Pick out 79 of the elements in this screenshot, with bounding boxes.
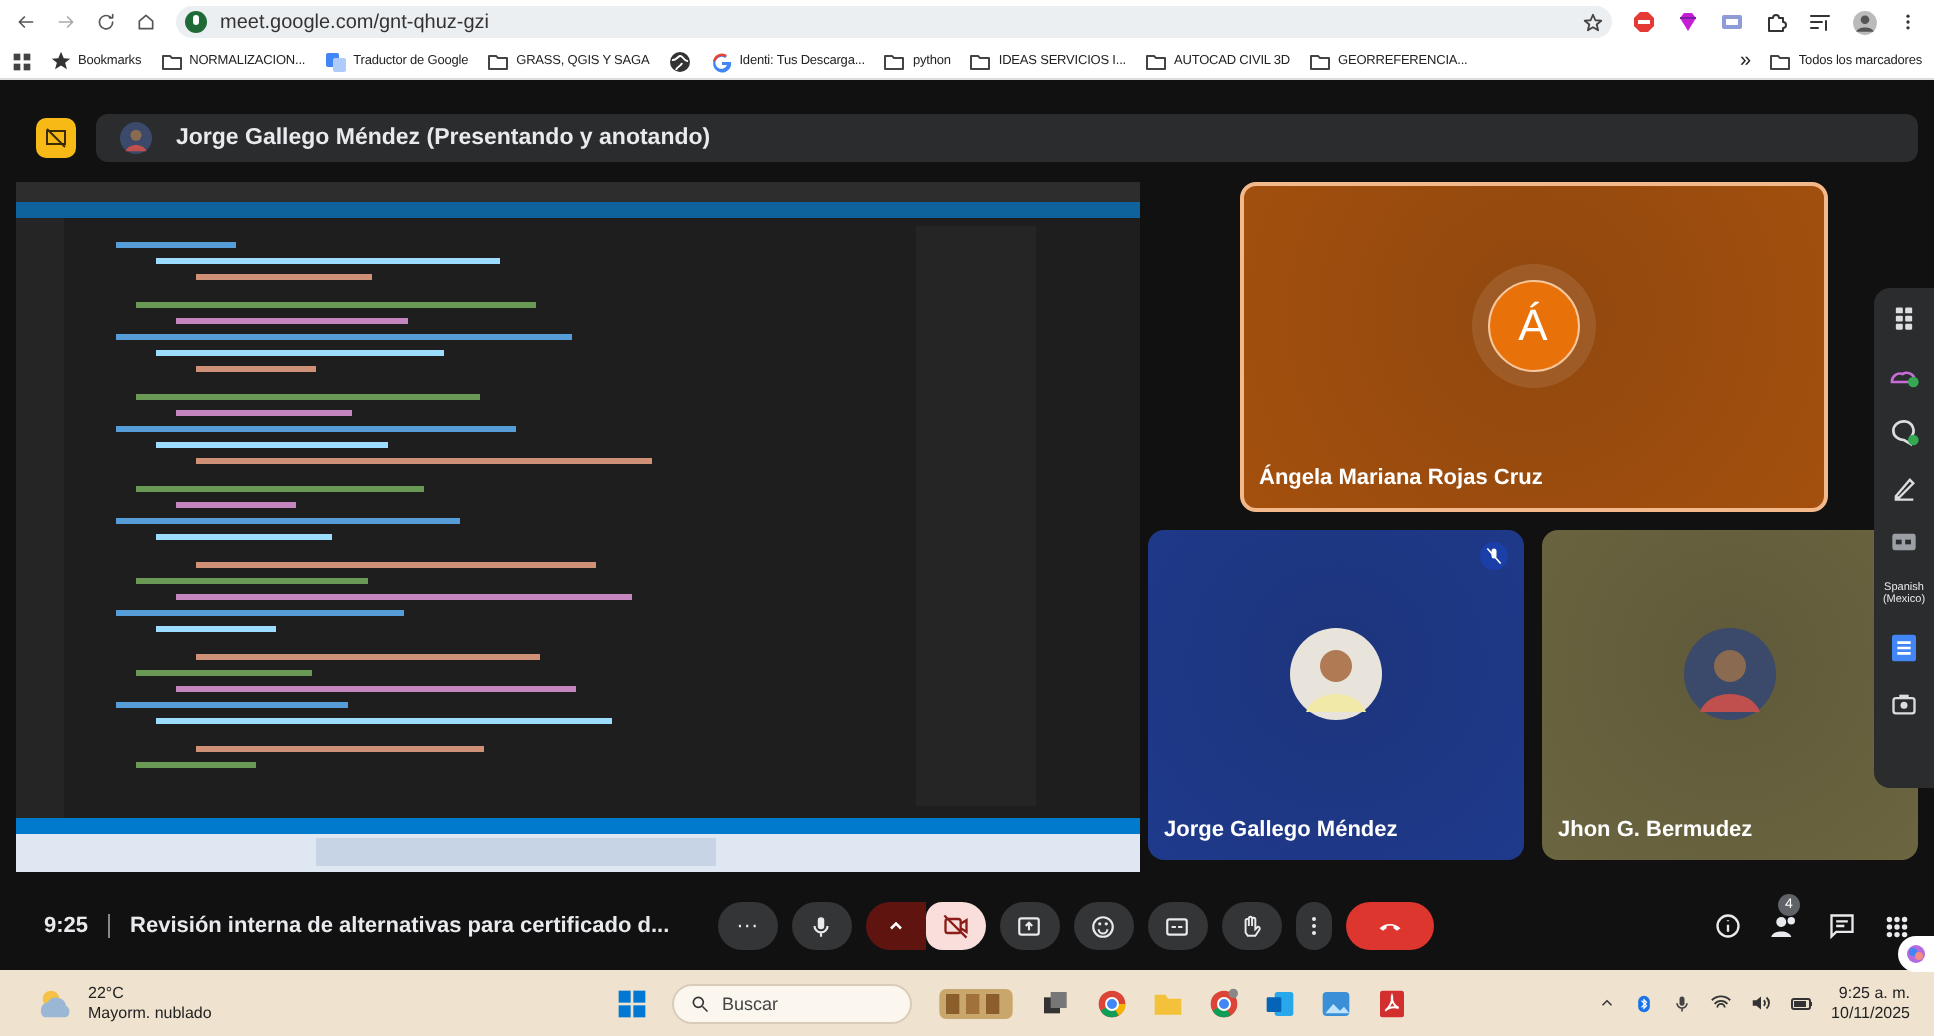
raise-hand-button[interactable] — [1221, 902, 1282, 950]
overflow-chevron[interactable]: » — [1739, 50, 1751, 72]
bookmark-star-icon[interactable] — [1582, 11, 1604, 33]
chrome-icon[interactable] — [1208, 987, 1240, 1020]
emoji-icon — [1090, 913, 1117, 939]
temperature: 22°C — [88, 983, 126, 1004]
site-info-icon — [184, 10, 208, 34]
bluetooth-icon[interactable] — [1633, 993, 1654, 1014]
search-icon — [690, 993, 710, 1014]
pdf-icon[interactable] — [1376, 987, 1408, 1020]
extension-icon[interactable] — [1720, 10, 1744, 34]
widget-drawing[interactable] — [936, 983, 1016, 1024]
home-icon[interactable] — [136, 12, 156, 32]
star-icon — [50, 50, 72, 72]
end-call-button[interactable] — [1345, 902, 1434, 950]
folder-icon — [968, 49, 993, 73]
avatar — [1290, 628, 1382, 720]
folder-icon — [486, 49, 511, 73]
microphone-button[interactable] — [791, 902, 852, 950]
present-button[interactable] — [999, 902, 1060, 950]
gemini-button[interactable] — [1898, 936, 1934, 972]
microphone-icon[interactable] — [1671, 993, 1692, 1014]
participant-name: Ángela Mariana Rojas Cruz — [1257, 466, 1545, 494]
meeting-title: Revisión interna de alternativas para certificado d... — [130, 914, 670, 938]
clock-time: 9:25 a. m. — [1838, 983, 1910, 1004]
present-icon — [1016, 913, 1043, 939]
banner-text: Jorge Gallego Méndez (Presentando y anotando) — [176, 126, 711, 150]
camera-button[interactable] — [925, 902, 986, 950]
emoji-button[interactable] — [1073, 902, 1134, 950]
folder-icon — [1768, 49, 1793, 73]
gem-icon[interactable] — [1676, 10, 1700, 34]
clock-date: 10/11/2025 — [1831, 1003, 1910, 1024]
google-icon — [709, 49, 734, 73]
participant-name: Jorge Gallego Méndez — [1162, 818, 1400, 846]
avatar-initial: Á — [1487, 280, 1579, 372]
participant-name: Jhon G. Bermudez — [1556, 818, 1755, 846]
presentation-button[interactable] — [36, 118, 76, 158]
chrome-icon[interactable] — [1096, 987, 1128, 1020]
avatar — [1684, 628, 1776, 720]
address-bar[interactable]: meet.google.com/gnt-qhuz-gzi — [176, 6, 1612, 38]
more-options-button[interactable]: ··· — [717, 902, 778, 950]
avatar — [120, 122, 152, 154]
notes-icon[interactable] — [1888, 632, 1920, 664]
chat-add-icon[interactable] — [1888, 416, 1920, 448]
screen-off-icon — [44, 126, 68, 150]
captions-icon[interactable] — [1890, 528, 1918, 556]
folder-icon — [159, 49, 184, 73]
back-icon[interactable] — [16, 12, 36, 32]
apps-icon[interactable] — [12, 51, 32, 71]
search-field[interactable]: Buscar — [672, 983, 912, 1024]
windows-start-icon[interactable] — [616, 987, 648, 1020]
apps-icon[interactable] — [1890, 304, 1918, 332]
reload-icon[interactable] — [96, 12, 116, 32]
chat-icon[interactable] — [1828, 912, 1856, 940]
outlook-icon[interactable] — [1264, 987, 1296, 1020]
reading-list-icon[interactable] — [1808, 10, 1832, 34]
weather-summary: Mayorm. nublado — [88, 1003, 212, 1024]
camera-off-icon — [941, 912, 970, 940]
camera-icon[interactable] — [1890, 690, 1918, 718]
meeting-time: 9:25 — [44, 914, 89, 938]
info-icon[interactable] — [1714, 912, 1742, 940]
gemini-icon — [1904, 942, 1928, 966]
speaker-icon[interactable] — [1749, 992, 1772, 1015]
more-button[interactable] — [1295, 902, 1332, 950]
people-icon[interactable] — [1770, 911, 1800, 941]
adblock-icon[interactable] — [1632, 10, 1656, 34]
video-tile[interactable]: Jorge Gallego Méndez — [1148, 530, 1524, 860]
folder-icon — [882, 49, 907, 73]
video-tile[interactable]: Á Ángela Mariana Rojas Cruz — [1239, 182, 1827, 512]
photos-icon[interactable] — [1320, 987, 1352, 1020]
captions-icon — [1164, 913, 1191, 939]
puzzle-icon[interactable] — [1764, 10, 1788, 34]
activities-icon[interactable] — [1884, 913, 1910, 939]
folder-icon — [1144, 49, 1168, 73]
captions-button[interactable] — [1147, 902, 1208, 950]
profile-icon[interactable] — [1852, 9, 1878, 35]
folder-icon — [1308, 49, 1332, 73]
pen-icon[interactable] — [1890, 474, 1918, 502]
translate-icon — [323, 49, 348, 73]
